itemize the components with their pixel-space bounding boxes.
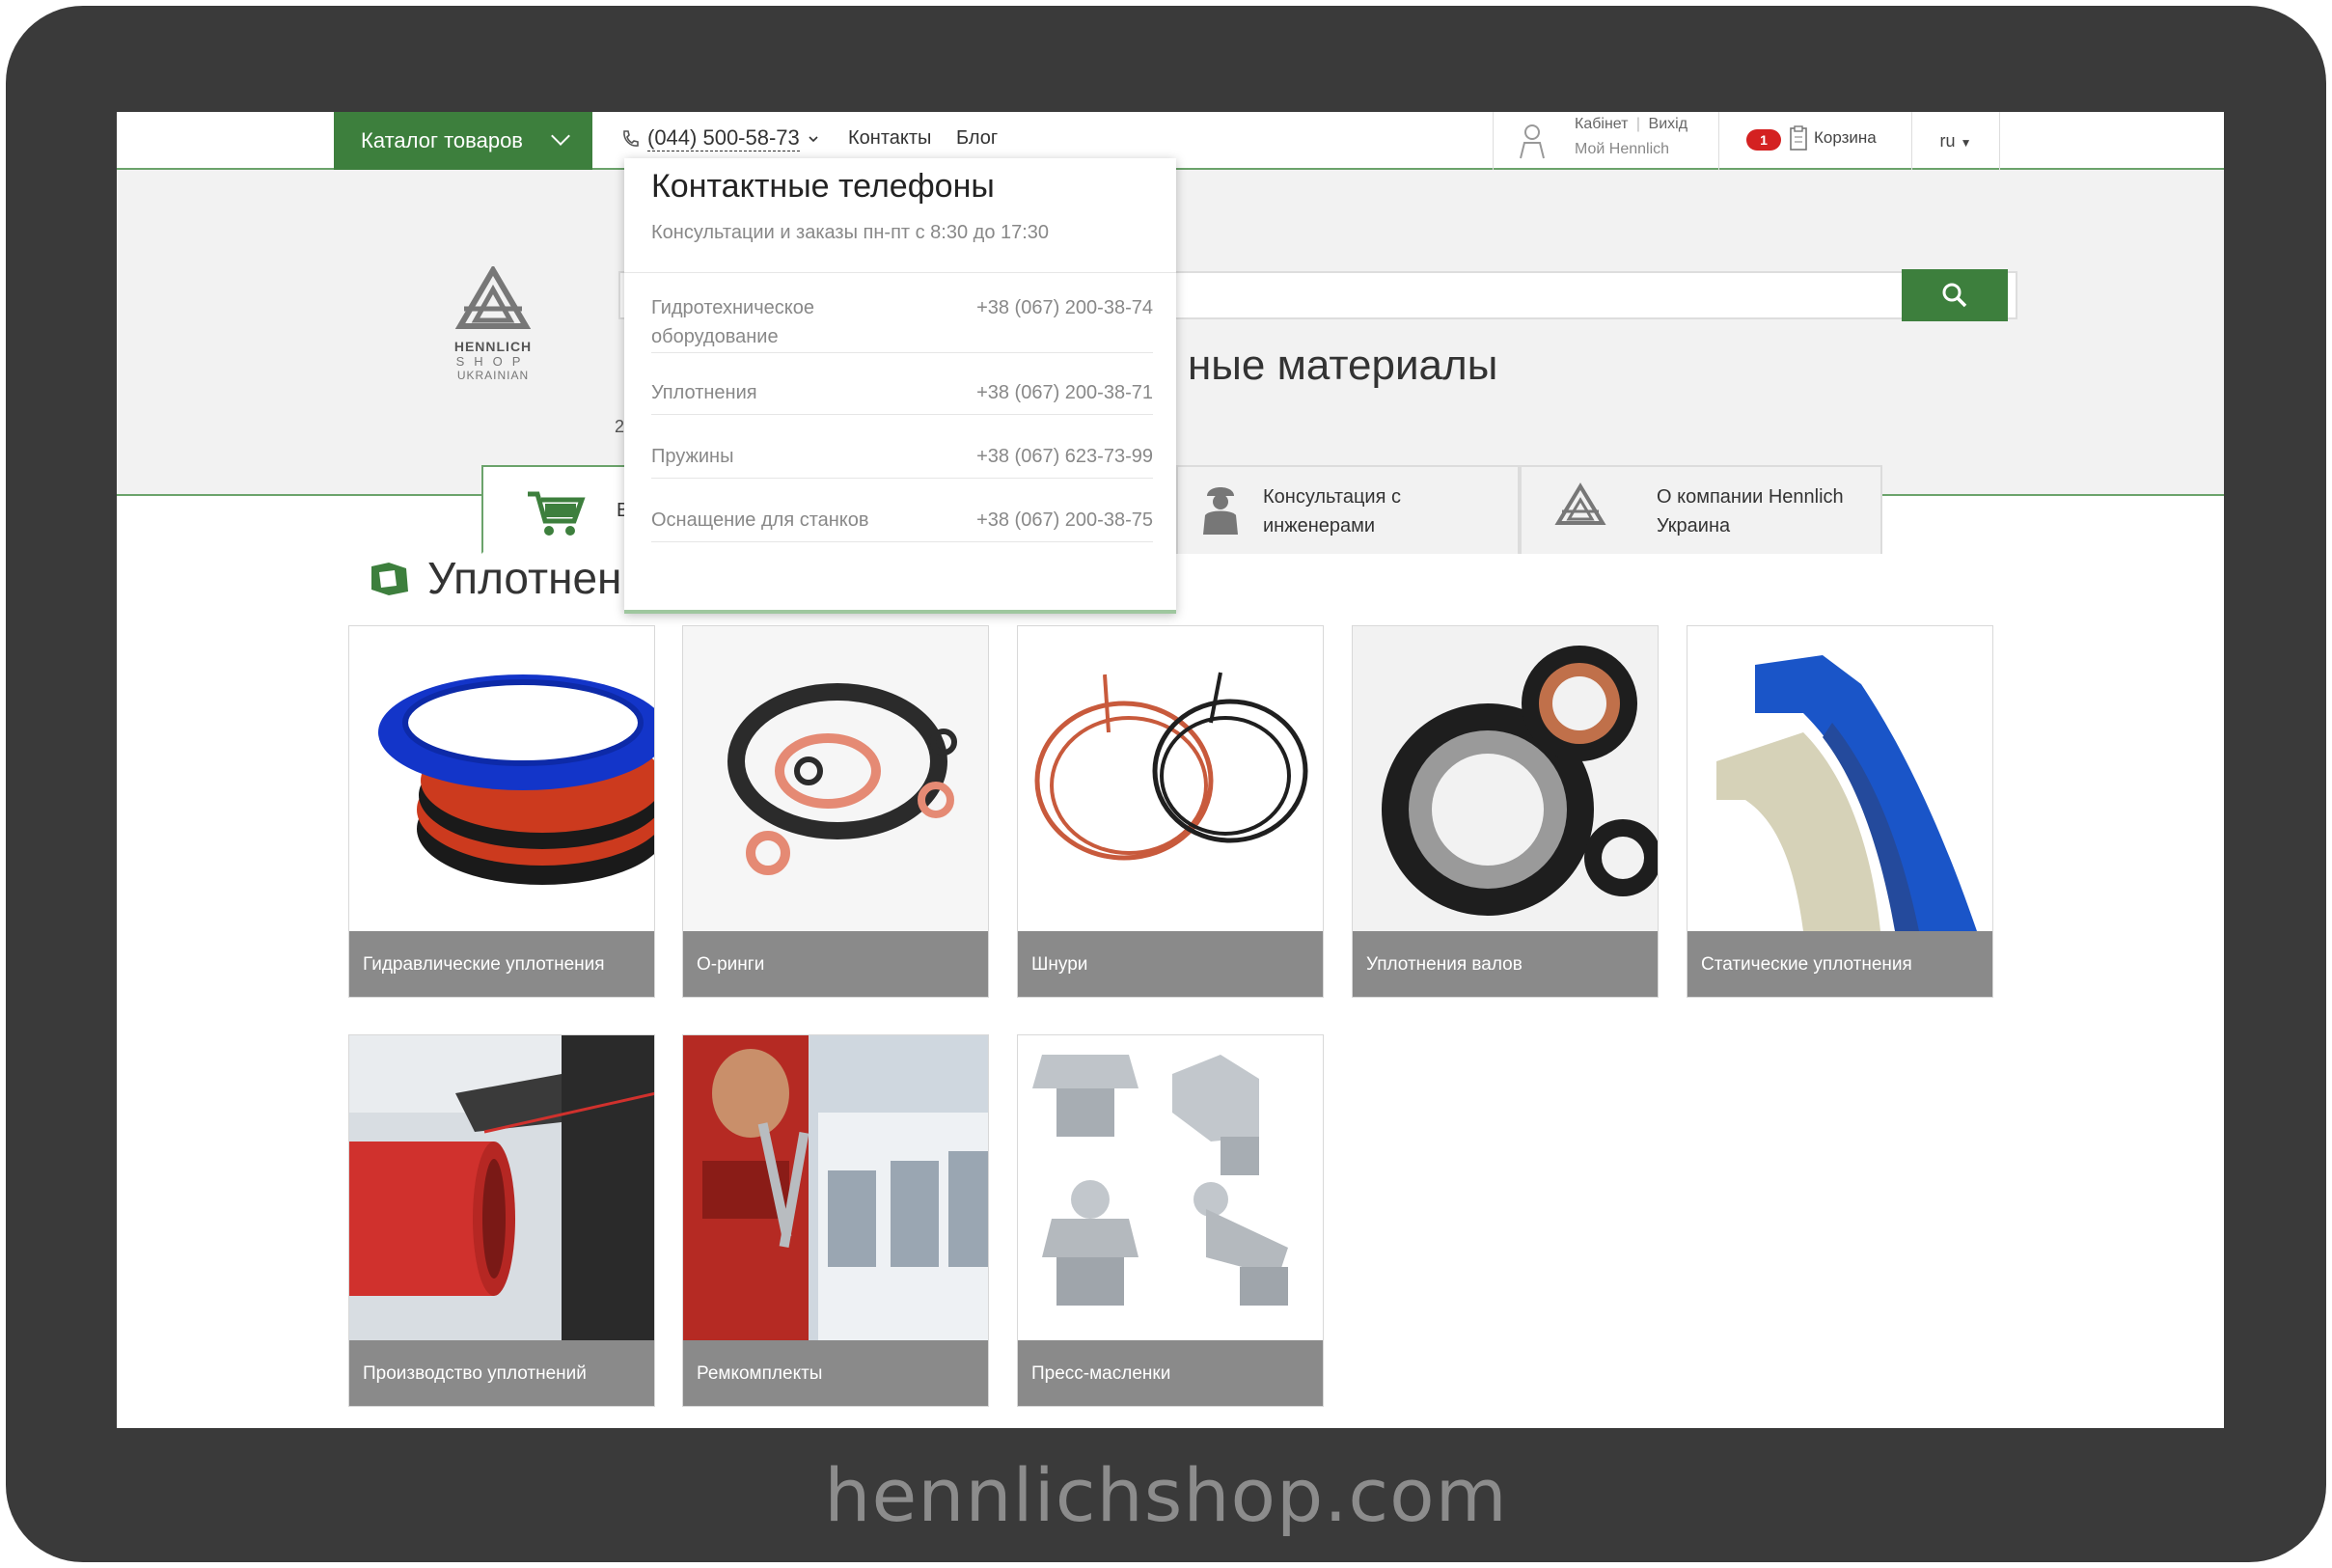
language-value: ru xyxy=(1939,131,1956,151)
department-phone[interactable]: +38 (067) 200-38-75 xyxy=(976,506,1153,535)
phone-row[interactable]: Уплотнения +38 (067) 200-38-71 xyxy=(651,371,1153,415)
product-caption: Ремкомплекты xyxy=(683,1340,988,1406)
catalog-button-label: Каталог товаров xyxy=(361,128,523,152)
tab-engineers-label: Консультация с инженерами xyxy=(1263,486,1401,536)
phone-dropdown-toggle[interactable]: (044) 500-58-73 xyxy=(620,125,819,151)
caret-down-icon: ▼ xyxy=(1960,136,1972,150)
account-links: Кабінет | Вихід xyxy=(1575,116,1688,132)
logo-text-3: UKRAINIAN xyxy=(456,369,530,382)
logout-link[interactable]: Вихід xyxy=(1649,116,1688,132)
user-icon xyxy=(1520,124,1545,159)
repair-kits-image xyxy=(683,1035,988,1340)
product-card-seal-production[interactable]: Производство уплотнений xyxy=(348,1034,655,1407)
product-card-cords[interactable]: Шнури xyxy=(1017,625,1324,998)
product-caption: Уплотнения валов xyxy=(1353,931,1658,997)
department-phone[interactable]: +38 (067) 200-38-74 xyxy=(976,293,1153,322)
contact-phones-dropdown: Контактные телефоны Консультации и заказ… xyxy=(624,158,1176,614)
department-phone[interactable]: +38 (067) 623-73-99 xyxy=(976,442,1153,471)
department-phone[interactable]: +38 (067) 200-38-71 xyxy=(976,378,1153,407)
cords-image xyxy=(1018,626,1323,931)
product-card-shaft-seals[interactable]: Уплотнения валов xyxy=(1352,625,1659,998)
language-select[interactable]: ru ▼ xyxy=(1911,112,2000,170)
product-card-grease-nipples[interactable]: Пресс-масленки xyxy=(1017,1034,1324,1407)
product-card-orings[interactable]: О-ринги xyxy=(682,625,989,998)
department-label: Уплотнения xyxy=(651,382,757,403)
cart-doc-icon xyxy=(1790,125,1807,151)
phone-row[interactable]: Пружины +38 (067) 623-73-99 xyxy=(651,434,1153,479)
blog-link[interactable]: Блог xyxy=(956,127,998,150)
dropdown-title: Контактные телефоны xyxy=(651,168,995,205)
static-seals-image xyxy=(1687,626,1992,931)
page-heading: ные материалы xyxy=(1188,342,1498,389)
catalog-button[interactable]: Каталог товаров xyxy=(334,112,592,170)
product-caption: Статические уплотнения xyxy=(1687,931,1992,997)
search-button[interactable] xyxy=(1902,269,2008,321)
hennlich-logo-icon xyxy=(454,264,532,329)
product-caption: Шнури xyxy=(1018,931,1323,997)
cabinet-link[interactable]: Кабінет xyxy=(1575,116,1628,132)
logo-text-2: SHOP xyxy=(455,354,531,369)
chevron-down-icon xyxy=(551,126,570,146)
dropdown-subtitle: Консультации и заказы пн-пт с 8:30 до 17… xyxy=(651,222,1050,243)
logo-text-1: HENNLICH xyxy=(453,339,533,354)
department-label: Оснащение для станков xyxy=(651,509,869,531)
seal-production-image xyxy=(349,1035,654,1340)
divider xyxy=(624,272,1176,273)
phone-number: (044) 500-58-73 xyxy=(647,125,800,151)
domain-caption: hennlichshop.com xyxy=(824,1452,1508,1538)
phone-row[interactable]: Оснащение для станков +38 (067) 200-38-7… xyxy=(651,498,1153,542)
hennlich-small-logo-icon xyxy=(1554,482,1606,525)
department-label: Пружины xyxy=(651,446,734,467)
chevron-down-icon xyxy=(809,135,818,142)
cart-link[interactable]: 1 Корзина xyxy=(1718,112,1911,170)
product-card-repair-kits[interactable]: Ремкомплекты xyxy=(682,1034,989,1407)
department-label: Гидротехническое оборудование xyxy=(651,297,814,347)
product-card-hydraulic[interactable]: Гидравлические уплотнения xyxy=(348,625,655,998)
contacts-link[interactable]: Контакты xyxy=(848,127,931,150)
seal-section-icon xyxy=(371,563,408,595)
header-subline: 2 xyxy=(615,417,625,436)
product-card-static-seals[interactable]: Статические уплотнения xyxy=(1687,625,1993,998)
product-caption: Пресс-масленки xyxy=(1018,1340,1323,1406)
my-hennlich-link[interactable]: Мой Hennlich xyxy=(1575,141,1669,158)
phone-row[interactable]: Гидротехническое оборудование +38 (067) … xyxy=(651,293,1153,353)
browser-screen: Каталог товаров (044) 500-58-73 Контакты… xyxy=(117,112,2224,1428)
cart-icon xyxy=(528,491,586,536)
cart-count-badge: 1 xyxy=(1746,129,1781,151)
account-area: Кабінет | Вихід Мой Hennlich xyxy=(1493,112,1718,170)
tab-engineers[interactable]: Консультация с инженерами xyxy=(1176,465,1520,554)
search-icon xyxy=(1942,283,1967,308)
tab-about-label: О компании Hennlich Украина xyxy=(1657,486,1844,536)
site-logo[interactable]: HENNLICH SHOP UKRAINIAN xyxy=(416,264,570,382)
product-caption: Производство уплотнений xyxy=(349,1340,654,1406)
engineer-icon xyxy=(1203,487,1238,535)
shaft-seals-image xyxy=(1353,626,1658,931)
product-caption: Гидравлические уплотнения xyxy=(349,931,654,997)
tab-about[interactable]: О компании Hennlich Украина xyxy=(1520,465,1882,554)
cart-label: Корзина xyxy=(1814,128,1877,147)
product-caption: О-ринги xyxy=(683,931,988,997)
phone-icon xyxy=(623,129,639,147)
grease-nipples-image xyxy=(1018,1035,1323,1340)
o-rings-image xyxy=(683,626,988,931)
hydraulic-seals-image xyxy=(349,626,654,931)
